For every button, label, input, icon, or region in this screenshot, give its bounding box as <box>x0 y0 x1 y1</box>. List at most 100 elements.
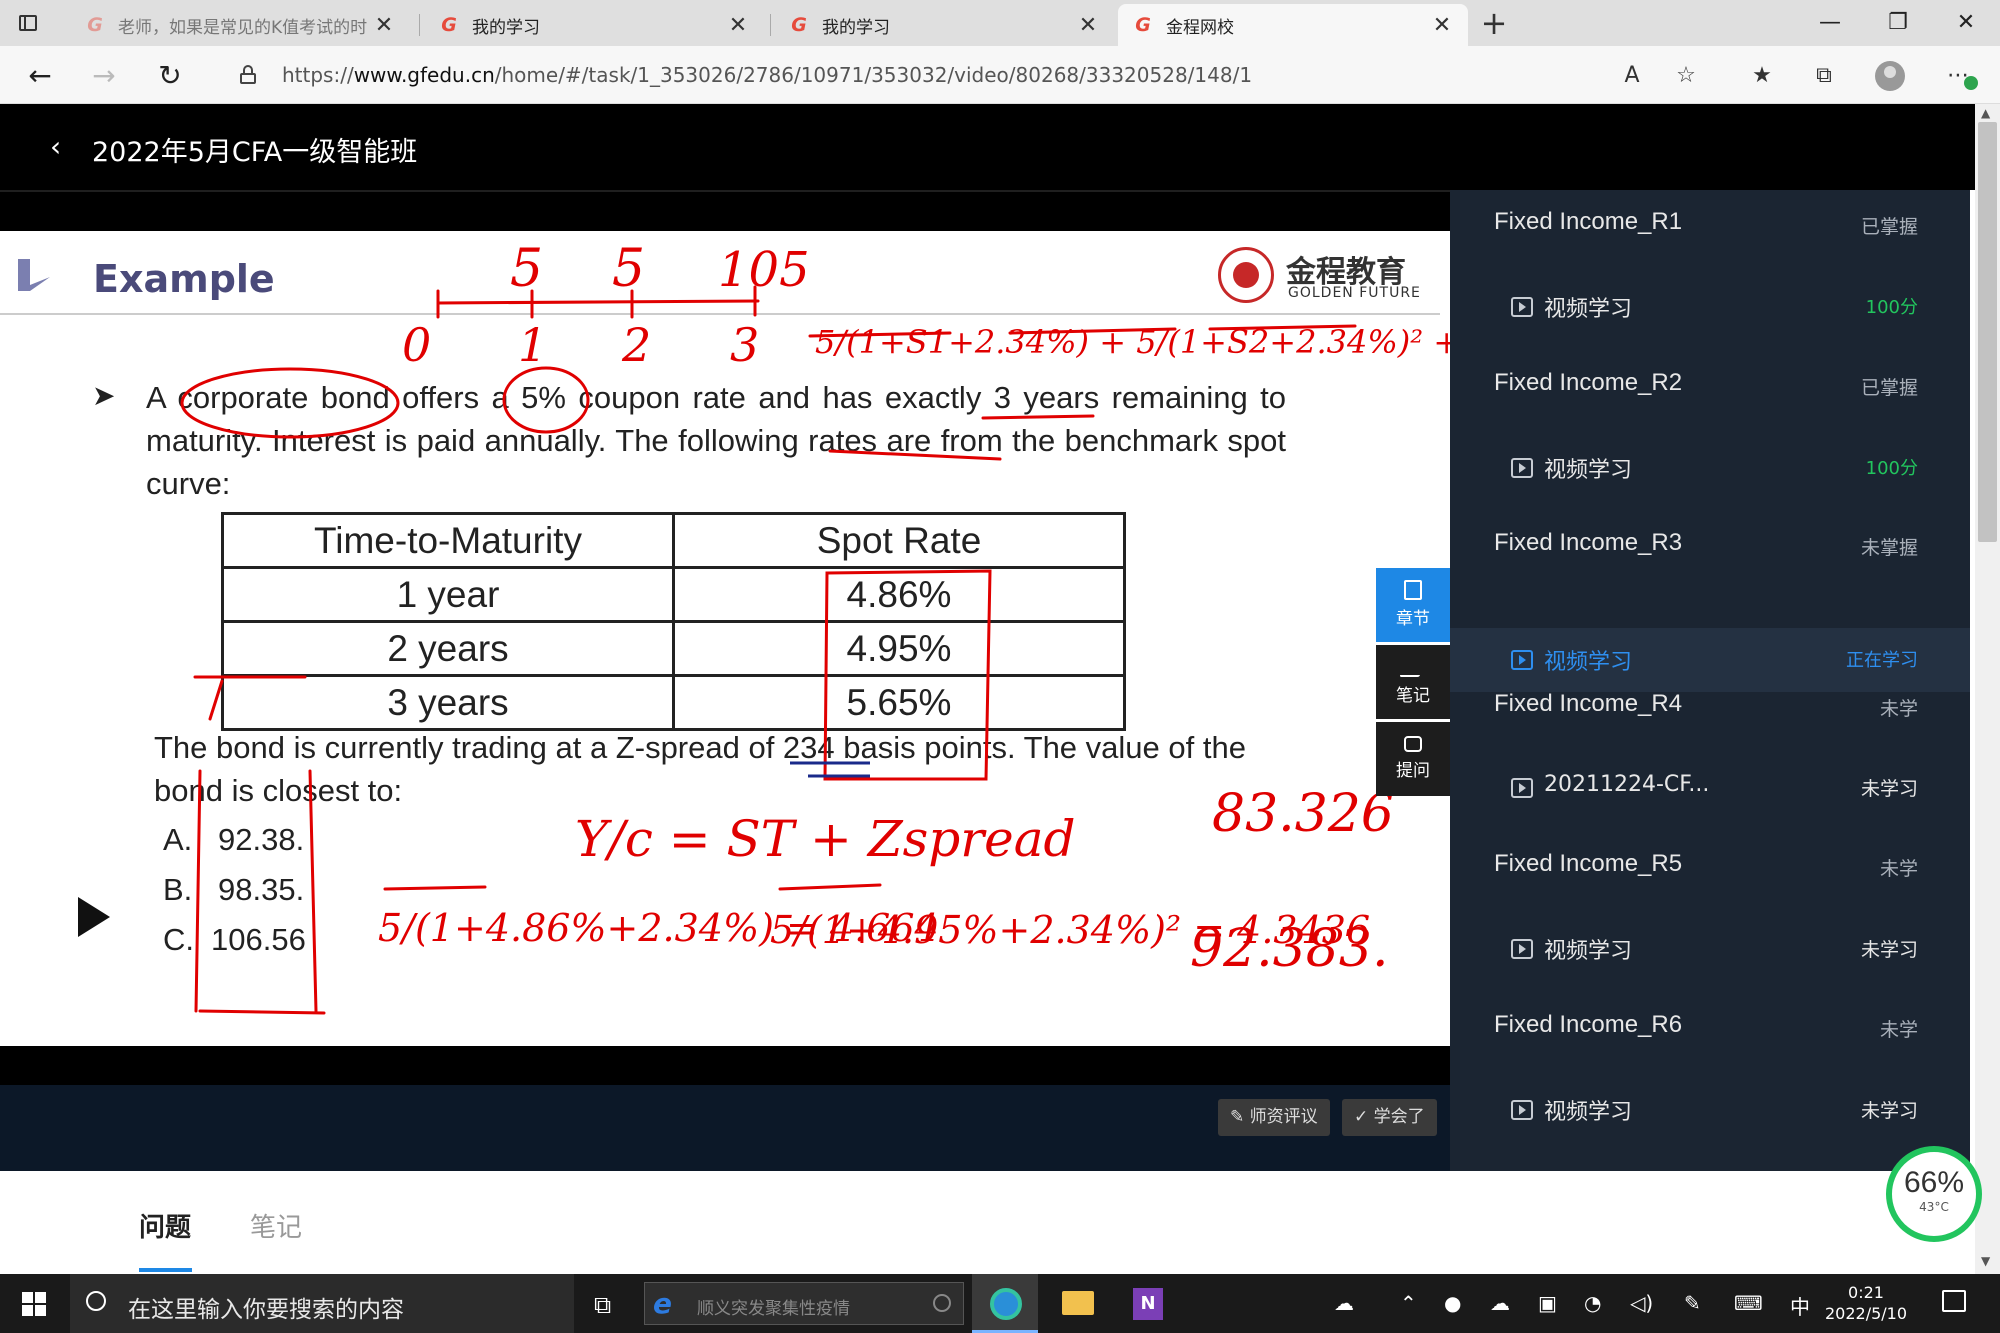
golden-future-seal-icon <box>1218 247 1274 303</box>
close-tab-icon[interactable]: ✕ <box>726 13 750 38</box>
sidebar-lesson[interactable]: 视频学习 未学习 <box>1450 917 1970 981</box>
notification-icon[interactable] <box>1942 1290 1966 1312</box>
taskbar-clock[interactable]: 0:21 2022/5/10 <box>1816 1282 1916 1324</box>
back-chevron-icon[interactable]: ‹ <box>50 132 61 162</box>
close-window-button[interactable]: ✕ <box>1932 0 2000 46</box>
back-button[interactable]: ← <box>20 56 60 96</box>
lock-icon[interactable] <box>240 65 256 84</box>
table-cell: 1 year <box>221 566 675 623</box>
notes-tool-button[interactable]: 笔记 <box>1376 645 1450 719</box>
chapter-sidebar: Fixed Income_R1 已掌握 视频学习 100分 Fixed Inco… <box>1450 190 1970 1171</box>
new-tab-button[interactable]: + <box>1476 6 1512 42</box>
sidebar-chapter-r5[interactable]: Fixed Income_R5 未学 <box>1450 836 1970 900</box>
app-tray-icon[interactable]: ● <box>1444 1291 1461 1315</box>
hand-result-b: 92.383. <box>1190 919 1388 979</box>
video-play-icon <box>1511 458 1533 478</box>
hand-formula-top: 5/(1+S1+2.34%) + 5/(1+S2+2.34%)² + 5/(1+… <box>815 323 1450 361</box>
tab-notes[interactable]: 笔记 <box>250 1207 302 1244</box>
golden-future-logo: 金程教育 GOLDEN FUTURE <box>1218 245 1428 305</box>
wifi-icon[interactable]: ◔ <box>1584 1291 1601 1315</box>
close-tab-icon[interactable]: ✕ <box>1076 13 1100 38</box>
gfedu-favicon-icon: G <box>791 14 807 36</box>
question-text-2: The bond is currently trading at a Z-spr… <box>154 730 1246 808</box>
sidebar-chapter-r6[interactable]: Fixed Income_R6 未学 <box>1450 997 1970 1061</box>
folder-icon <box>1062 1291 1094 1315</box>
table-row: 1 year 4.86% <box>221 566 1126 623</box>
minimize-button[interactable]: — <box>1796 0 1864 46</box>
search-icon <box>86 1291 106 1311</box>
close-tab-icon[interactable]: ✕ <box>1430 13 1454 38</box>
device-icon[interactable]: ▣ <box>1538 1291 1557 1315</box>
windows-taskbar: 在这里输入你要搜索的内容 ⧉ e 顺义突发聚集性疫情 N ☁ ⌃ ● ☁ ▣ ◔… <box>0 1274 2000 1333</box>
ask-tool-button[interactable]: 提问 <box>1376 722 1450 796</box>
show-hidden-icons-icon[interactable]: ⌃ <box>1400 1291 1417 1315</box>
browser-tab-1[interactable]: G 老师，如果是常见的K值考试的时 ✕ <box>70 4 410 46</box>
chapter-tool-button[interactable]: 章节 <box>1376 568 1450 642</box>
tab-actions-icon[interactable] <box>14 9 42 37</box>
question-text: A corporate bond offers a 5% coupon rate… <box>146 380 1286 501</box>
taskbar-search-input[interactable]: 在这里输入你要搜索的内容 <box>70 1274 574 1333</box>
favorites-icon[interactable]: ★ <box>1748 62 1776 90</box>
qa-tabs: 问题 笔记 <box>0 1171 1975 1274</box>
taskbar-file-explorer[interactable] <box>1044 1274 1110 1333</box>
sidebar-chapter-r4[interactable]: Fixed Income_R4 未学 <box>1450 676 1970 740</box>
hand-pv1: 5/(1+4.86%+2.34%) = 4.664 <box>378 906 939 950</box>
volume-icon[interactable]: ◁) <box>1630 1291 1653 1315</box>
video-play-icon <box>1511 297 1533 317</box>
extension-badge-icon <box>1964 76 1978 90</box>
sidebar-lesson[interactable]: 视频学习 100分 <box>1450 436 1970 500</box>
sidebar-lesson[interactable]: 20211224-CF... 未学习 <box>1450 756 1970 820</box>
sidebar-lesson[interactable]: 视频学习 未学习 <box>1450 1078 1970 1142</box>
scrollbar-thumb[interactable] <box>1978 122 1997 542</box>
refresh-button[interactable]: ↻ <box>150 56 190 96</box>
play-icon[interactable] <box>78 897 110 937</box>
pen-icon[interactable]: ✎ <box>1684 1291 1701 1315</box>
sidebar-chapter-r3[interactable]: Fixed Income_R3 未掌握 <box>1450 515 1970 579</box>
tab-title: 我的学习 <box>472 17 540 38</box>
onedrive-icon[interactable]: ☁ <box>1334 1291 1354 1315</box>
task-view-icon[interactable]: ⧉ <box>594 1291 611 1319</box>
video-play-icon <box>1511 778 1533 798</box>
browser-tab-3[interactable]: G 我的学习 ✕ <box>774 4 1114 46</box>
collections-icon[interactable]: ⧉ <box>1810 62 1838 90</box>
review-button[interactable]: ✎ 师资评议 <box>1218 1099 1330 1136</box>
sidebar-chapter-r1[interactable]: Fixed Income_R1 已掌握 <box>1450 194 1970 258</box>
course-title: 2022年5月CFA一级智能班 <box>92 137 418 168</box>
hand-cf: 5 <box>612 239 645 299</box>
hand-yc-formula: Y/c = ST + Zspread <box>575 810 1076 868</box>
answer-option-a: A. 92.38. <box>163 822 305 857</box>
tab-questions[interactable]: 问题 <box>139 1207 191 1244</box>
sidebar-lesson[interactable]: 视频学习 100分 <box>1450 275 1970 339</box>
gfedu-favicon-icon: G <box>87 14 103 36</box>
add-favorite-icon[interactable]: ☆ <box>1672 62 1700 90</box>
system-monitor-widget[interactable]: 66% 43°C <box>1886 1146 1982 1242</box>
table-cell: 4.95% <box>672 620 1126 677</box>
ime-indicator[interactable]: 中 <box>1790 1291 1810 1320</box>
read-aloud-icon[interactable]: A <box>1618 62 1646 90</box>
url-field[interactable]: https://www.gfedu.cn/home/#/task/1_35302… <box>222 54 1702 96</box>
learned-button[interactable]: ✓ 学会了 <box>1342 1099 1437 1136</box>
spot-rate-table: Time-to-Maturity Spot Rate 1 year 4.86% … <box>221 512 1126 731</box>
tab-title: 我的学习 <box>822 17 890 38</box>
browser-tab-active[interactable]: G 金程网校 ✕ <box>1118 4 1468 46</box>
close-tab-icon[interactable]: ✕ <box>372 13 396 38</box>
url-text[interactable]: https://www.gfedu.cn/home/#/task/1_35302… <box>282 63 1252 87</box>
hand-t: 1 <box>518 318 547 372</box>
hand-t: 2 <box>621 318 651 372</box>
pen-icon <box>1399 657 1427 677</box>
windows-start-icon[interactable] <box>22 1292 46 1316</box>
forward-button[interactable]: → <box>84 56 124 96</box>
hand-pv2: 5/(1+4.95%+2.34%)² = 4.3436 <box>770 908 1370 952</box>
sidebar-chapter-r2[interactable]: Fixed Income_R2 已掌握 <box>1450 355 1970 419</box>
taskbar-edge[interactable] <box>972 1274 1038 1333</box>
restore-button[interactable]: ❐ <box>1864 0 1932 46</box>
keyboard-icon[interactable]: ⌨ <box>1734 1291 1763 1315</box>
browser-tab-2[interactable]: G 我的学习 ✕ <box>424 4 764 46</box>
cloud-offline-icon[interactable]: ☁ <box>1490 1291 1510 1315</box>
tab-title: 金程网校 <box>1166 17 1234 38</box>
gfedu-favicon-icon: G <box>441 14 457 36</box>
ie-search-bar[interactable]: e 顺义突发聚集性疫情 <box>644 1282 964 1325</box>
profile-avatar[interactable] <box>1875 61 1905 91</box>
taskbar-onenote[interactable]: N <box>1114 1274 1180 1333</box>
page-scrollbar[interactable]: ▲ ▼ <box>1975 104 2000 1274</box>
